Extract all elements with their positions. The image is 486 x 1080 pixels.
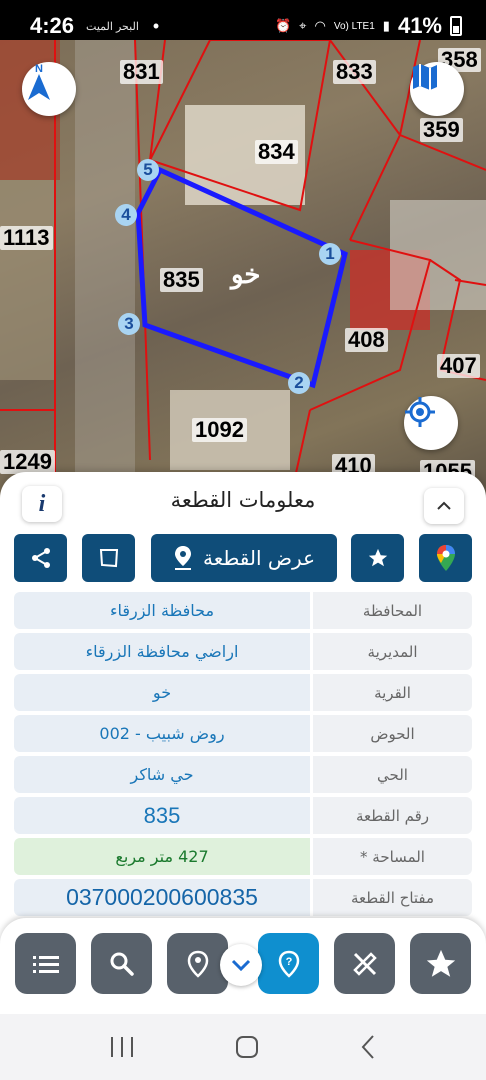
neighborhood-value: حي شاكر — [14, 756, 310, 793]
area-value: 427 متر مربع — [14, 838, 310, 875]
detail-row-parcel-number: 835 رقم القطعة — [14, 797, 472, 834]
parcel-number: 1092 — [192, 418, 247, 442]
sheet-title: معلومات القطعة — [170, 488, 316, 512]
parcel-number: 408 — [345, 328, 388, 352]
basin-label: الحوض — [313, 715, 472, 752]
parcel-number: 1113 — [0, 226, 53, 250]
detail-row-village: خو القرية — [14, 674, 472, 711]
signal-icon: ▮ — [382, 18, 390, 33]
show-parcel-label: عرض القطعة — [202, 546, 316, 570]
status-time: 4:26 — [30, 13, 75, 38]
battery-icon — [450, 16, 462, 36]
collapse-button[interactable] — [424, 488, 464, 524]
google-maps-button[interactable] — [419, 534, 472, 582]
polygon-button[interactable] — [82, 534, 135, 582]
satellite-map[interactable]: 831 833 358 359 834 1113 835 408 407 109… — [0, 40, 486, 500]
my-location-button[interactable] — [404, 396, 458, 450]
map-icon — [413, 64, 437, 90]
measure-button[interactable] — [334, 933, 395, 994]
home-icon[interactable] — [234, 1034, 260, 1060]
wifi-icon: ◠ — [314, 18, 326, 33]
polygon-icon — [99, 549, 118, 568]
status-icons: ⏰ ⌖ ◠ Vo) LTE1 ▮ 41% — [275, 13, 462, 39]
detail-row-directorate: اراضي محافظة الزرقاء المديرية — [14, 633, 472, 670]
chevron-down-icon — [231, 959, 251, 971]
parcel-number: 1249 — [0, 450, 55, 474]
detail-row-governorate: محافظة الزرقاء المحافظة — [14, 592, 472, 629]
parcel-number: 835 — [160, 268, 203, 292]
show-parcel-button[interactable]: عرض القطعة — [151, 534, 337, 582]
pin-icon — [174, 546, 191, 570]
expand-toolbar-button[interactable] — [220, 944, 262, 986]
parcel-number: 359 — [420, 118, 463, 142]
svg-text:?: ? — [285, 956, 292, 968]
detail-row-basin: روض شبيب - 002 الحوض — [14, 715, 472, 752]
svg-text:N: N — [35, 63, 43, 75]
notification-dot: • — [152, 15, 160, 36]
list-button[interactable] — [15, 933, 76, 994]
help-pin-button[interactable]: ? — [258, 933, 319, 994]
detail-row-area: 427 متر مربع المساحة * — [14, 838, 472, 875]
star-icon — [426, 949, 455, 977]
neighborhood-label: الحي — [313, 756, 472, 793]
parcel-key-label: مفتاح القطعة — [313, 879, 472, 916]
directorate-label: المديرية — [313, 633, 472, 670]
chevron-up-icon — [437, 501, 451, 510]
share-icon — [31, 548, 50, 568]
basin-value: روض شبيب - 002 — [14, 715, 310, 752]
compass-button[interactable]: N — [22, 62, 76, 116]
google-maps-icon — [436, 545, 455, 571]
detail-row-parcel-key: 037000200600835 مفتاح القطعة — [14, 879, 472, 916]
directorate-value: اراضي محافظة الزرقاء — [14, 633, 310, 670]
compass-icon: N — [28, 63, 50, 100]
vertex-marker[interactable]: 4 — [115, 204, 137, 226]
parcel-key-value[interactable]: 037000200600835 — [14, 879, 310, 916]
question-pin-icon: ? — [278, 950, 299, 978]
action-row: عرض القطعة — [14, 534, 472, 582]
system-nav-bar — [0, 1014, 486, 1080]
user-pin-icon — [187, 950, 208, 978]
battery-percent: 41% — [397, 13, 442, 38]
favorites-button[interactable] — [410, 933, 471, 994]
sheet-header: i معلومات القطعة — [0, 472, 486, 532]
governorate-value: محافظة الزرقاء — [14, 592, 310, 629]
parcel-number-value: 835 — [14, 797, 310, 834]
parcel-number: 833 — [333, 60, 376, 84]
vertex-marker[interactable]: 2 — [288, 372, 310, 394]
vertex-marker[interactable]: 1 — [319, 243, 341, 265]
list-icon — [32, 955, 59, 973]
network-label: Vo) LTE1 — [333, 20, 375, 32]
village-label-cell: القرية — [313, 674, 472, 711]
recent-apps-icon[interactable] — [109, 1035, 135, 1059]
share-button[interactable] — [14, 534, 67, 582]
ruler-pencil-icon — [352, 951, 377, 976]
search-button[interactable] — [91, 933, 152, 994]
parcel-details-list: محافظة الزرقاء المحافظة اراضي محافظة الز… — [14, 592, 472, 920]
parcel-number: 407 — [437, 354, 480, 378]
vertex-marker[interactable]: 5 — [137, 159, 159, 181]
parcel-number: 834 — [255, 140, 298, 164]
parcel-number: 831 — [120, 60, 163, 84]
map-layers-button[interactable] — [410, 62, 464, 116]
vertex-marker[interactable]: 3 — [118, 313, 140, 335]
parcel-info-sheet: i معلومات القطعة عرض القطعة محافظة الزرق… — [0, 472, 486, 942]
village-label: خو — [231, 259, 261, 289]
favorite-button[interactable] — [351, 534, 404, 582]
star-icon — [368, 548, 387, 567]
search-icon — [110, 952, 134, 976]
crosshair-icon — [405, 397, 435, 427]
alarm-icon: ⏰ — [274, 18, 292, 33]
back-icon[interactable] — [359, 1034, 377, 1060]
governorate-label: المحافظة — [313, 592, 472, 629]
notification-text: البحر الميت — [86, 20, 139, 33]
parcel-number-label: رقم القطعة — [313, 797, 472, 834]
detail-row-neighborhood: حي شاكر الحي — [14, 756, 472, 793]
location-icon: ⌖ — [299, 18, 307, 33]
area-label: المساحة * — [313, 838, 472, 875]
location-pin-button[interactable] — [167, 933, 228, 994]
village-value: خو — [14, 674, 310, 711]
